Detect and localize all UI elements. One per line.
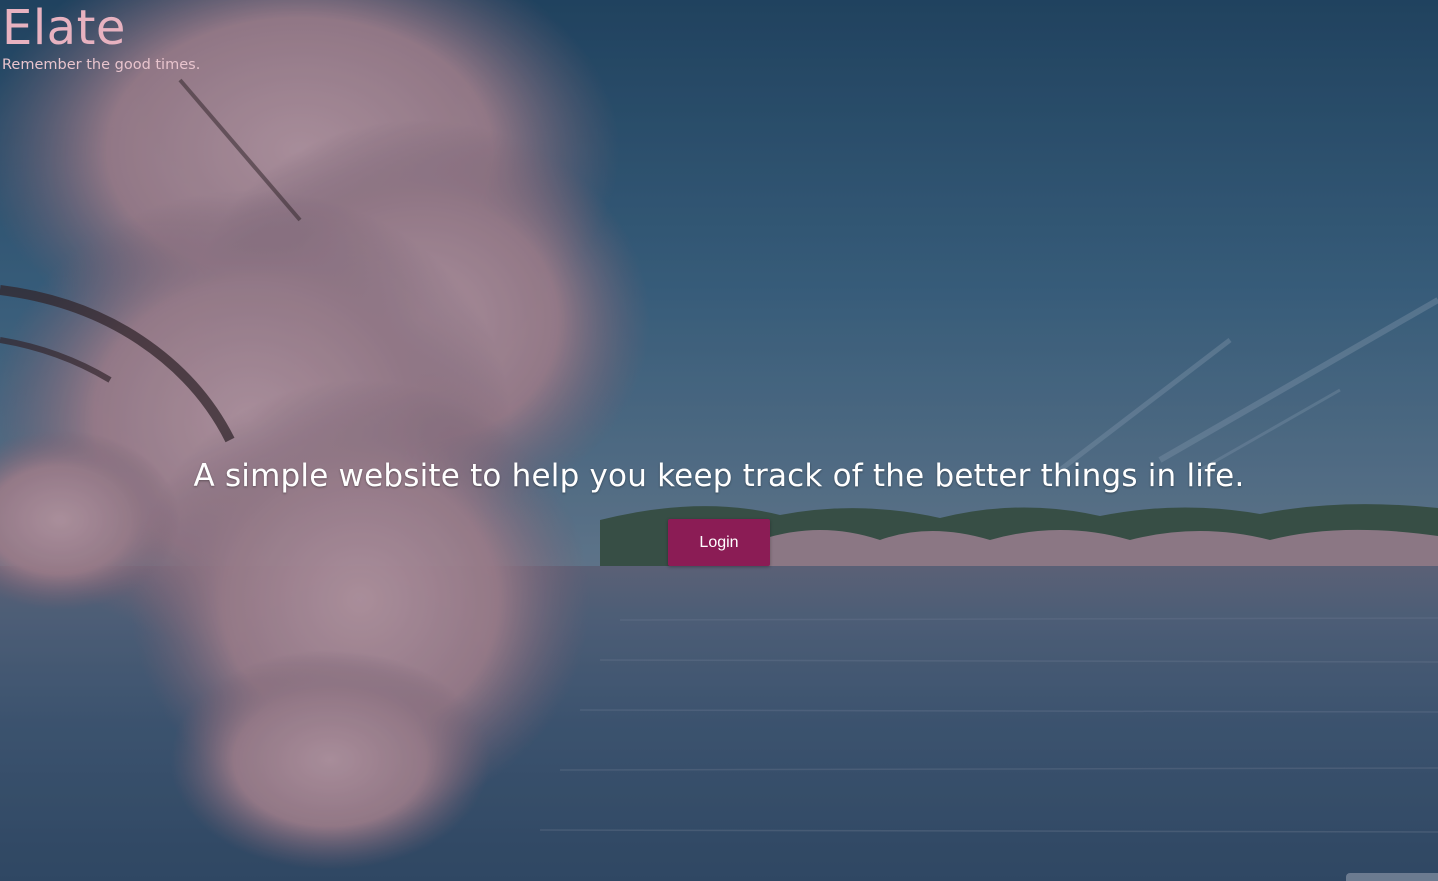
corner-watermark [1346, 873, 1438, 881]
site-title[interactable]: Elate [2, 0, 200, 56]
hero-headline: A simple website to help you keep track … [193, 458, 1245, 494]
login-button[interactable]: Login [668, 519, 770, 566]
hero-content: A simple website to help you keep track … [0, 458, 1438, 566]
dark-overlay [0, 0, 1438, 881]
hero-section: Elate Remember the good times. A simple … [0, 0, 1438, 881]
brand-block: Elate Remember the good times. [2, 0, 200, 74]
site-tagline: Remember the good times. [2, 57, 201, 73]
